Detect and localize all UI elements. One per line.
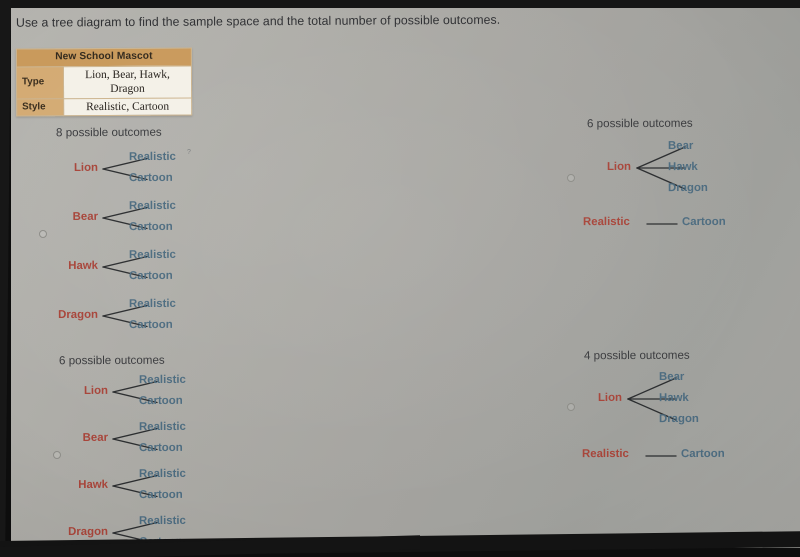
option-d-tree-0-child-2: Dragon	[658, 412, 699, 426]
option-d[interactable]: 4 possible outcomes Lion Bear Hawk Dragon Rea…	[11, 8, 800, 548]
option-d-tree-0-child-1: Hawk	[658, 391, 689, 405]
option-d-tree-0-child-0: Bear	[658, 370, 685, 384]
photo-left-edge	[0, 0, 11, 557]
option-d-pair-connector	[645, 455, 677, 457]
photo-top-edge	[0, 0, 800, 8]
option-d-radio[interactable]	[567, 403, 575, 411]
screen-surface: Use a tree diagram to find the sample sp…	[11, 8, 800, 548]
option-d-pair-left: Realistic	[581, 447, 629, 461]
option-d-tree-0-parent: Lion	[597, 391, 623, 404]
option-d-tree-0-branches	[627, 377, 677, 421]
option-d-pair-right: Cartoon	[680, 447, 725, 461]
photo-frame: Use a tree diagram to find the sample sp…	[0, 0, 800, 557]
